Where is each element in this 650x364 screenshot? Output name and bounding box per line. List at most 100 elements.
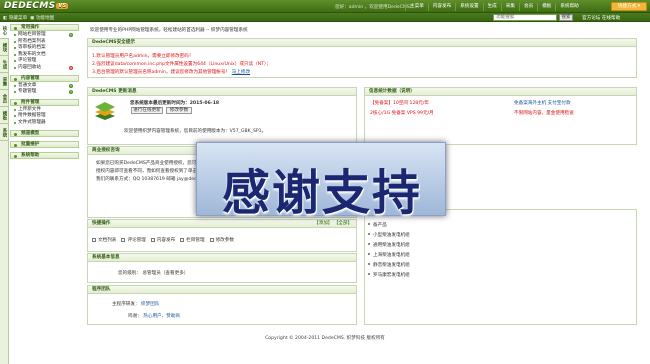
bullet-icon (368, 233, 370, 235)
sidebar-section-title[interactable]: 附件管理 (10, 98, 79, 106)
quick-op-label: 修改参数 (215, 238, 234, 243)
sidebar-item[interactable]: 网站栏目管理 + (10, 32, 79, 39)
sidebar-item[interactable]: 内容回收站 × (10, 65, 79, 72)
clear-icon[interactable]: × (69, 65, 73, 70)
add-icon[interactable]: + (69, 90, 73, 95)
top-nav-item[interactable]: 内容发布 (427, 3, 455, 11)
rail-tab[interactable]: 模块 (0, 39, 9, 56)
product-label: 罗马康宏发电机组 (373, 273, 410, 278)
team-row-1: 主程序研发： 织梦团队 (112, 302, 160, 307)
bullet-icon (368, 273, 370, 275)
product-item[interactable]: 小型柴油发电机组 (368, 232, 410, 242)
product-item[interactable]: 备产品 (368, 222, 410, 232)
sidebar-item-label: 等审核的档案 (18, 45, 46, 51)
doc-icon (92, 238, 96, 242)
quick-op-item[interactable]: 评论管理 (121, 238, 146, 243)
panel-title: DedeCMS 更新消息 (88, 88, 356, 96)
sidebar-item-label: 内容回收站 (18, 64, 41, 70)
sidebar-item-label: 评论管理 (18, 58, 37, 64)
info-panel: 信息统计数据（说明） (364, 87, 637, 145)
rail-tab[interactable]: 生成 (0, 56, 9, 73)
thanks-overlay-image: 感谢支持 (196, 142, 446, 221)
team-link[interactable]: 织梦团队 (141, 302, 159, 307)
ad-link-2a[interactable]: 2核心/1G 免备案 VPS 99元/月 (370, 110, 434, 116)
sidebar-item[interactable]: 附件数据管理 (10, 113, 79, 120)
panel-title: 系统基本信息 (88, 254, 356, 262)
top-nav-item[interactable]: 主菜单 (405, 3, 428, 11)
footer: Copyright © 2004-2011 DedeCMS. 织梦科技 版权所有 (265, 336, 385, 341)
sidebar-item[interactable]: 文件式管理器 (10, 120, 79, 127)
rail-tab[interactable]: 系统 (0, 124, 9, 141)
doc-icon (209, 238, 214, 242)
top-nav-item[interactable]: 生成 (482, 3, 501, 11)
sidebar-item-label: 上传新文件 (18, 106, 41, 112)
rail-tab[interactable]: 模板 (0, 107, 9, 124)
sidebar-section-title[interactable]: 系统帮助 (10, 151, 79, 159)
thanks-link[interactable]: 热心用户、赞助商 (143, 314, 180, 319)
doc-icon (150, 238, 155, 242)
sidebar-section-title[interactable]: 批量维护 (10, 140, 79, 148)
doc-icon (180, 238, 185, 242)
top-nav-item[interactable]: 采集 (500, 3, 519, 11)
ad-link-2b[interactable]: 不限网站内容，量金使用稳速 (514, 110, 574, 116)
top-nav-item[interactable]: 系统帮助 (555, 3, 582, 11)
quick-op-label: 栏目管理 (186, 238, 205, 243)
sidebar-section-title[interactable]: 常用操作 (10, 24, 79, 31)
hide-menu-link[interactable]: ◧ 隐藏菜单 (3, 15, 27, 21)
product-label: 备产品 (373, 223, 387, 228)
top-nav-item[interactable]: 模板 (537, 3, 555, 11)
add-icon[interactable]: + (69, 33, 73, 37)
function-map-link[interactable]: ▣ 功能地图 (30, 15, 54, 21)
help-links[interactable]: 官方论坛 在线帮助 (582, 15, 620, 21)
online-update-button[interactable]: 进行在线更新 (131, 107, 163, 114)
sidebar-item-label: 专题管理 (18, 89, 37, 95)
quick-menu-button[interactable]: 快捷方式 ▾ (611, 2, 647, 11)
bullet-icon (368, 253, 370, 255)
breadcrumb: 欢迎使用专业的PHP网站管理系统，轻松建站的首选利器 -- 织梦内容管理系统 (90, 28, 248, 33)
dedecms-admin: DEDECMS V5 您好：admin ，欢迎使用DedeCMS！ 主菜单 内容发布… (0, 0, 650, 364)
product-item[interactable]: 上海柴油发电机组 (368, 252, 410, 262)
sidebar-item[interactable]: 评论管理 (10, 58, 79, 65)
security-tip-1: 1.默认管理员用户名admin，需要立即修改密码！ (92, 54, 194, 59)
product-item[interactable]: 静音柴油发电机组 (368, 262, 410, 272)
quick-op-item[interactable]: 修改参数 (209, 238, 234, 243)
top-nav-item[interactable]: 会员 (518, 3, 537, 11)
license-text-1: 如果您已购买DedeCMS产品商业使用授权，您可以 (96, 161, 201, 166)
add-icon[interactable]: + (69, 83, 73, 88)
doc-icon (121, 238, 126, 242)
quick-op-item[interactable]: 文档列表 (92, 238, 116, 243)
rail-tab[interactable]: 采集 (0, 73, 9, 90)
ad-link-1a[interactable]: 【免备案】10空间 128元/年 (370, 100, 429, 106)
quick-op-item[interactable]: 内容发布 (150, 238, 175, 243)
panel-title: 信息统计数据（说明） (365, 88, 636, 96)
quick-op-label: 评论管理 (127, 238, 146, 243)
modify-params-button[interactable]: 修改参数 (166, 107, 192, 114)
sidebar-section-title[interactable]: 内容管理 (10, 74, 79, 82)
function-search-input[interactable]: 功能搜索 (493, 14, 557, 21)
modify-now-link[interactable]: 马上修改 (232, 70, 250, 75)
rail-tab[interactable]: 核心 (0, 22, 9, 39)
search-button[interactable]: 搜索 (559, 14, 573, 21)
product-item[interactable]: 通用柴油发电机组 (368, 242, 410, 252)
version-text: 欢迎使用织梦内容管理系统，您目前的使用版本为：V57_GBK_SP1。 (124, 129, 267, 134)
sidebar-section-title[interactable]: 频道模型 (10, 129, 79, 137)
admin-level[interactable]: 总管理员（查看更多） (142, 271, 188, 276)
security-tip-2: 2.强烈建议data/common.inc.php文件属性设置为644（Linu… (92, 62, 271, 67)
logo: DEDECMS V5 (4, 1, 69, 11)
module-tabs: 核心 模块 生成 采集 会员 模板 系统 (0, 22, 9, 364)
panel-title: 程序团队 (88, 286, 356, 294)
product-label: 小型柴油发电机组 (373, 233, 410, 238)
top-nav: 主菜单 内容发布 系统设置 生成 采集 会员 模板 系统帮助 (405, 3, 583, 11)
ad-link-1b[interactable]: 免备案海外主机 支付宝付款 (514, 100, 571, 106)
product-label: 上海柴油发电机组 (373, 253, 410, 258)
product-item[interactable]: 罗马康宏发电机组 (368, 272, 410, 282)
sysinfo-row: 您的级别： 总管理员（查看更多） (118, 271, 189, 276)
top-nav-item[interactable]: 系统设置 (455, 3, 482, 11)
quick-op-label: 文档列表 (98, 238, 117, 243)
rail-tab[interactable]: 会员 (0, 90, 9, 107)
overlay-text: 感谢支持 (221, 165, 422, 221)
welcome-text: 您好：admin ，欢迎使用DedeCMS！ (335, 5, 415, 10)
sidebar-item[interactable]: 等审核的档案 (10, 45, 79, 52)
quick-op-item[interactable]: 栏目管理 (180, 238, 205, 243)
sidebar-item[interactable]: 专题管理 + (10, 89, 79, 96)
